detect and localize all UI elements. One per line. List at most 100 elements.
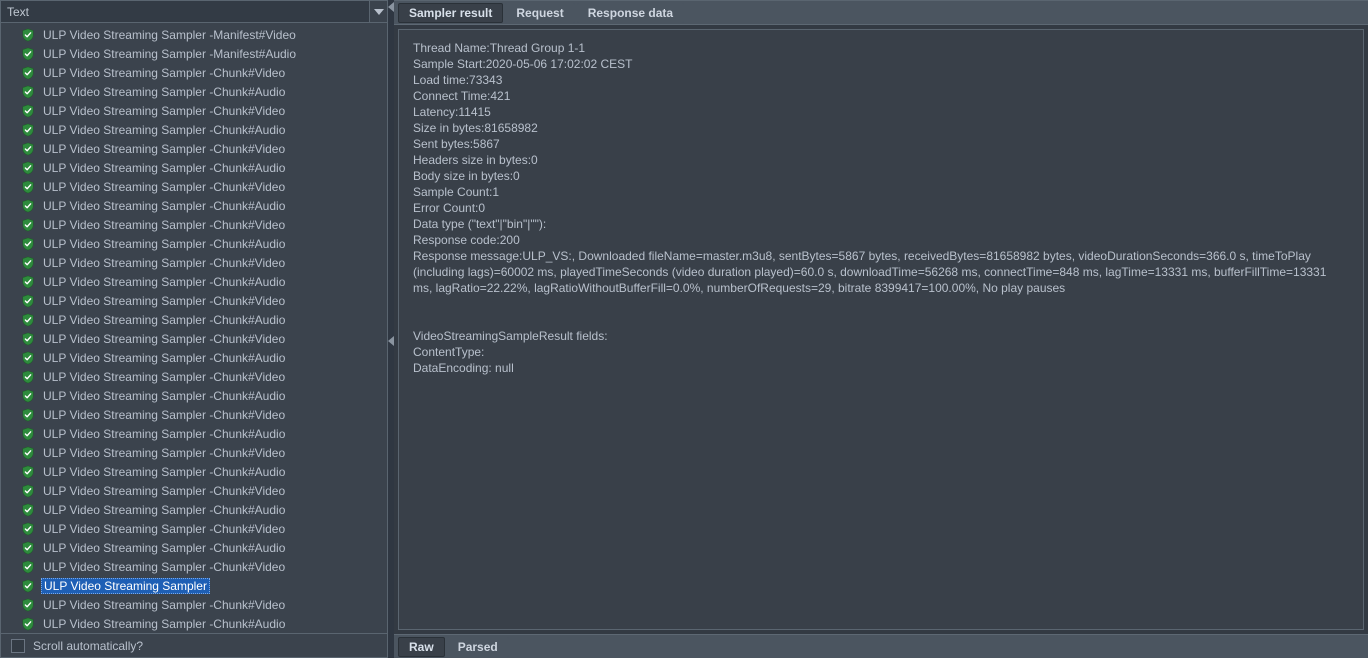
detail-sample-count: Sample Count:1: [413, 184, 1349, 200]
tree-row[interactable]: ULP Video Streaming Sampler -Chunk#Audio: [1, 500, 387, 519]
success-shield-icon: [21, 294, 35, 308]
tree-row[interactable]: ULP Video Streaming Sampler -Chunk#Audio: [1, 348, 387, 367]
tree-column-header[interactable]: Text: [7, 5, 369, 19]
tree-row[interactable]: ULP Video Streaming Sampler -Chunk#Video: [1, 443, 387, 462]
tree-row[interactable]: ULP Video Streaming Sampler -Chunk#Video: [1, 481, 387, 500]
tab-response-data[interactable]: Response data: [577, 3, 684, 23]
tree-row[interactable]: ULP Video Streaming Sampler -Chunk#Audio: [1, 196, 387, 215]
success-shield-icon: [21, 389, 35, 403]
tree-row[interactable]: ULP Video Streaming Sampler: [1, 576, 387, 595]
left-pane: Text ULP Video Streaming Sampler -Manife…: [0, 0, 388, 658]
success-shield-icon: [21, 161, 35, 175]
tree-row[interactable]: ULP Video Streaming Sampler -Chunk#Audio: [1, 310, 387, 329]
detail-content-type: ContentType:: [413, 344, 1349, 360]
tree-row-label: ULP Video Streaming Sampler -Chunk#Audio: [41, 541, 287, 555]
tree-row[interactable]: ULP Video Streaming Sampler -Chunk#Audio: [1, 158, 387, 177]
detail-sent-bytes: Sent bytes:5867: [413, 136, 1349, 152]
scroll-auto-label: Scroll automatically?: [33, 639, 143, 653]
success-shield-icon: [21, 465, 35, 479]
tree-row[interactable]: ULP Video Streaming Sampler -Chunk#Video: [1, 63, 387, 82]
tree-row[interactable]: ULP Video Streaming Sampler -Chunk#Audio: [1, 82, 387, 101]
tree-row-label: ULP Video Streaming Sampler -Chunk#Video: [41, 294, 287, 308]
tree-row[interactable]: ULP Video Streaming Sampler -Chunk#Audio: [1, 614, 387, 633]
success-shield-icon: [21, 446, 35, 460]
tree-row[interactable]: ULP Video Streaming Sampler -Manifest#Vi…: [1, 25, 387, 44]
success-shield-icon: [21, 123, 35, 137]
tree-row[interactable]: ULP Video Streaming Sampler -Chunk#Audio: [1, 424, 387, 443]
success-shield-icon: [21, 427, 35, 441]
tree-row-label: ULP Video Streaming Sampler -Chunk#Audio: [41, 313, 287, 327]
tab-request[interactable]: Request: [505, 3, 574, 23]
tab-sampler-result[interactable]: Sampler result: [398, 3, 503, 23]
format-tabs: Raw Parsed: [394, 634, 1368, 658]
chevron-down-icon: [374, 9, 384, 15]
tree-row[interactable]: ULP Video Streaming Sampler -Chunk#Video: [1, 519, 387, 538]
success-shield-icon: [21, 617, 35, 631]
detail-data-type: Data type ("text"|"bin"|""):: [413, 216, 1349, 232]
tree-row-label: ULP Video Streaming Sampler -Chunk#Audio: [41, 389, 287, 403]
tree-row[interactable]: ULP Video Streaming Sampler -Chunk#Audio: [1, 386, 387, 405]
detail-response-message: Response message:ULP_VS:, Downloaded fil…: [413, 248, 1349, 296]
tree-row[interactable]: ULP Video Streaming Sampler -Chunk#Video: [1, 405, 387, 424]
success-shield-icon: [21, 332, 35, 346]
detail-headers-size: Headers size in bytes:0: [413, 152, 1349, 168]
tree-row[interactable]: ULP Video Streaming Sampler -Chunk#Audio: [1, 272, 387, 291]
tree-row[interactable]: ULP Video Streaming Sampler -Chunk#Audio: [1, 462, 387, 481]
success-shield-icon: [21, 180, 35, 194]
right-pane: Sampler result Request Response data Thr…: [394, 0, 1368, 658]
success-shield-icon: [21, 237, 35, 251]
tree-row-label: ULP Video Streaming Sampler -Chunk#Audio: [41, 503, 287, 517]
detail-error-count: Error Count:0: [413, 200, 1349, 216]
detail-thread-name: Thread Name:Thread Group 1-1: [413, 40, 1349, 56]
tree-row[interactable]: ULP Video Streaming Sampler -Chunk#Video: [1, 329, 387, 348]
tree-row[interactable]: ULP Video Streaming Sampler -Chunk#Video: [1, 291, 387, 310]
tree-row[interactable]: ULP Video Streaming Sampler -Chunk#Video: [1, 253, 387, 272]
success-shield-icon: [21, 218, 35, 232]
success-shield-icon: [21, 503, 35, 517]
sampler-result-text[interactable]: Thread Name:Thread Group 1-1 Sample Star…: [398, 29, 1364, 630]
results-tree[interactable]: ULP Video Streaming Sampler -Manifest UL…: [1, 23, 387, 633]
tree-row[interactable]: ULP Video Streaming Sampler -Chunk#Video: [1, 367, 387, 386]
tree-row[interactable]: ULP Video Streaming Sampler -Chunk#Video: [1, 595, 387, 614]
tree-row[interactable]: ULP Video Streaming Sampler -Chunk#Video: [1, 215, 387, 234]
tab-parsed[interactable]: Parsed: [447, 637, 509, 657]
success-shield-icon: [21, 142, 35, 156]
tree-row[interactable]: ULP Video Streaming Sampler -Chunk#Video: [1, 101, 387, 120]
tab-raw[interactable]: Raw: [398, 637, 445, 657]
tree-row-label: ULP Video Streaming Sampler -Chunk#Audio: [41, 199, 287, 213]
tree-row[interactable]: ULP Video Streaming Sampler -Chunk#Video: [1, 139, 387, 158]
tree-row[interactable]: ULP Video Streaming Sampler -Chunk#Audio: [1, 120, 387, 139]
detail-vssr-fields: VideoStreamingSampleResult fields:: [413, 328, 1349, 344]
success-shield-icon: [21, 199, 35, 213]
tree-row-label: ULP Video Streaming Sampler -Chunk#Audio: [41, 237, 287, 251]
tree-row[interactable]: ULP Video Streaming Sampler -Manifest#Au…: [1, 44, 387, 63]
tree-footer: Scroll automatically?: [1, 633, 387, 657]
success-shield-icon: [21, 560, 35, 574]
tree-row-label: ULP Video Streaming Sampler: [41, 578, 210, 594]
success-shield-icon: [21, 104, 35, 118]
tree-row-label: ULP Video Streaming Sampler -Chunk#Video: [41, 256, 287, 270]
column-dropdown-button[interactable]: [369, 1, 387, 22]
success-shield-icon: [21, 351, 35, 365]
tree-row[interactable]: ULP Video Streaming Sampler -Chunk#Audio: [1, 234, 387, 253]
detail-size-bytes: Size in bytes:81658982: [413, 120, 1349, 136]
tree-row-label: ULP Video Streaming Sampler -Chunk#Video: [41, 218, 287, 232]
success-shield-icon: [21, 66, 35, 80]
success-shield-icon: [21, 313, 35, 327]
tree-row-label: ULP Video Streaming Sampler -Chunk#Audio: [41, 123, 287, 137]
tree-row[interactable]: ULP Video Streaming Sampler -Chunk#Video: [1, 557, 387, 576]
success-shield-icon: [21, 275, 35, 289]
tree-row[interactable]: ULP Video Streaming Sampler -Chunk#Video: [1, 177, 387, 196]
success-shield-icon: [21, 28, 35, 42]
detail-load-time: Load time:73343: [413, 72, 1349, 88]
tree-row[interactable]: ULP Video Streaming Sampler -Chunk#Audio: [1, 538, 387, 557]
tree-row-label: ULP Video Streaming Sampler -Chunk#Video: [41, 484, 287, 498]
scroll-auto-checkbox[interactable]: [11, 639, 25, 653]
detail-body-size: Body size in bytes:0: [413, 168, 1349, 184]
success-shield-icon: [21, 522, 35, 536]
success-shield-icon: [21, 47, 35, 61]
detail-data-encoding: DataEncoding: null: [413, 360, 1349, 376]
tree-row-label: ULP Video Streaming Sampler -Manifest#Vi…: [41, 28, 298, 42]
success-shield-icon: [21, 598, 35, 612]
detail-connect-time: Connect Time:421: [413, 88, 1349, 104]
